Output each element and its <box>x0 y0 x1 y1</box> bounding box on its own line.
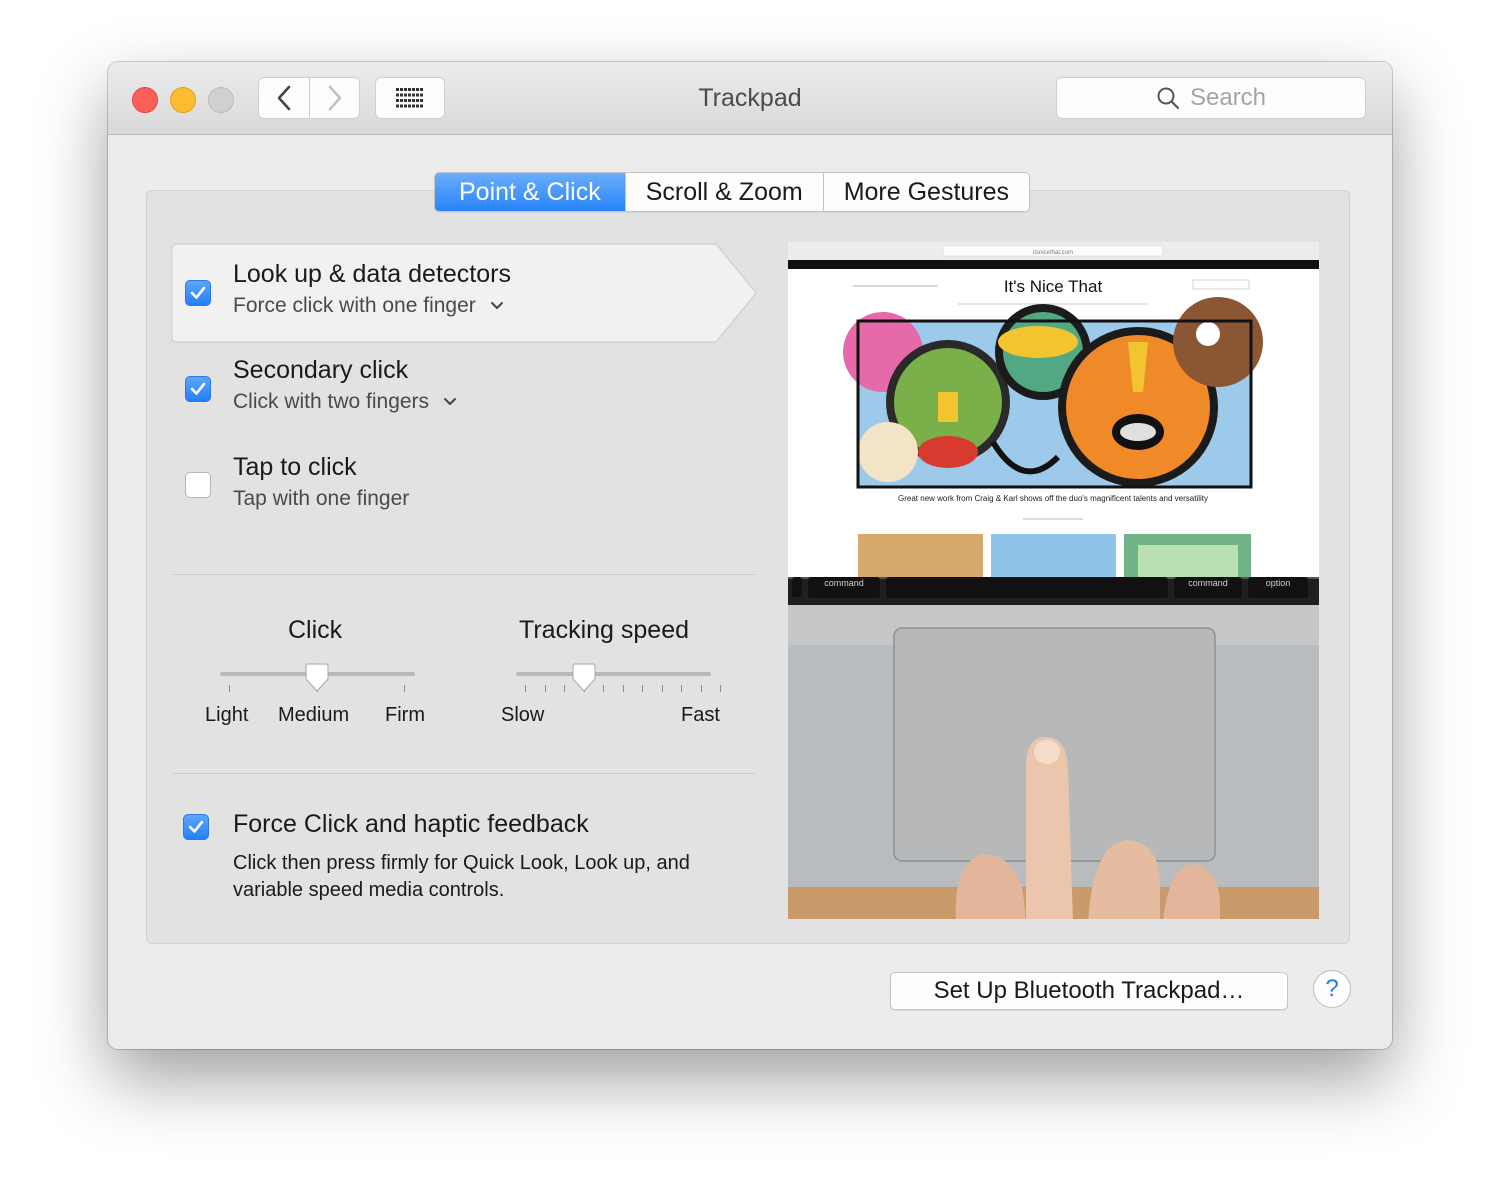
tracking-slider-track[interactable] <box>516 672 711 676</box>
click-tick <box>229 685 230 692</box>
chevron-down-icon <box>444 398 457 405</box>
magnifier-icon <box>1157 87 1180 110</box>
tracking-tick <box>544 685 546 692</box>
preview-url: itsnicethat.com <box>1033 250 1073 256</box>
selected-option-highlight <box>171 243 757 343</box>
tab-more-gestures[interactable]: More Gestures <box>822 173 1030 211</box>
look-up-subtitle: Force click with one finger <box>233 294 476 317</box>
divider <box>173 574 755 575</box>
checkmark-icon <box>190 286 206 299</box>
tab-scroll-zoom[interactable]: Scroll & Zoom <box>624 173 823 211</box>
setup-bluetooth-trackpad-button[interactable]: Set Up Bluetooth Trackpad… <box>890 972 1288 1010</box>
tracking-slider-title: Tracking speed <box>519 616 689 644</box>
tracking-label-fast: Fast <box>681 704 720 726</box>
tracking-tick <box>622 685 624 692</box>
title-bar: Trackpad Search <box>108 62 1392 135</box>
tracking-label-slow: Slow <box>501 704 545 726</box>
search-placeholder: Search <box>1189 84 1267 111</box>
secondary-click-subtitle: Click with two fingers <box>233 390 430 413</box>
click-slider-knob[interactable] <box>305 663 329 693</box>
tracking-tick <box>700 685 702 692</box>
preview-site-title: It's Nice That <box>1004 277 1103 296</box>
preview-key-option: option <box>1266 578 1291 588</box>
help-button[interactable]: ? <box>1313 970 1351 1008</box>
chevron-down-icon <box>490 302 503 309</box>
secondary-click-subtitle-menu[interactable]: Click with two fingers <box>233 390 457 414</box>
tracking-tick <box>681 685 682 692</box>
tracking-slider-knob[interactable] <box>572 663 596 693</box>
tab-bar: Point & Click Scroll & Zoom More Gesture… <box>434 172 1031 212</box>
search-field[interactable]: Search <box>1056 77 1366 119</box>
force-click-description: Click then press firmly for Quick Look, … <box>233 852 690 901</box>
click-tick <box>404 685 405 692</box>
force-click-checkbox[interactable] <box>183 814 209 840</box>
tracking-tick <box>720 685 721 692</box>
checkmark-icon <box>190 382 206 395</box>
tap-to-click-title: Tap to click <box>233 453 357 481</box>
tracking-tick <box>525 685 526 692</box>
tap-to-click-checkbox[interactable] <box>185 472 211 498</box>
secondary-click-title: Secondary click <box>233 356 409 384</box>
look-up-checkbox[interactable] <box>185 280 211 306</box>
click-label-firm: Firm <box>385 704 425 726</box>
click-slider-title: Click <box>288 616 343 644</box>
look-up-subtitle-menu[interactable]: Force click with one finger <box>233 294 504 318</box>
click-label-medium: Medium <box>278 704 350 726</box>
checkmark-icon <box>188 820 204 833</box>
click-label-light: Light <box>205 704 249 726</box>
tracking-tick <box>564 685 565 692</box>
preview-caption: Great new work from Craig & Karl shows o… <box>898 494 1208 503</box>
force-click-title: Force Click and haptic feedback <box>233 810 589 838</box>
preview-key-command-left: command <box>824 578 864 588</box>
svg-text:Great new work from Craig & Ka: Great new work from Craig & Karl shows o… <box>898 494 1208 503</box>
preview-artwork <box>843 297 1263 489</box>
preview-key-command-right: command <box>1188 578 1228 588</box>
tracking-tick <box>661 685 663 692</box>
preferences-window: Trackpad Search Point & Click Scroll & Z… <box>108 62 1392 1049</box>
secondary-click-checkbox[interactable] <box>185 376 211 402</box>
gesture-preview-video: itsnicethat.com It's Nice That Great new… <box>788 242 1319 919</box>
tap-to-click-subtitle: Tap with one finger <box>233 487 410 510</box>
tracking-tick <box>642 685 643 692</box>
look-up-title: Look up & data detectors <box>233 260 511 288</box>
tracking-tick <box>603 685 604 692</box>
divider <box>173 773 755 774</box>
tab-point-click[interactable]: Point & Click <box>435 173 625 211</box>
